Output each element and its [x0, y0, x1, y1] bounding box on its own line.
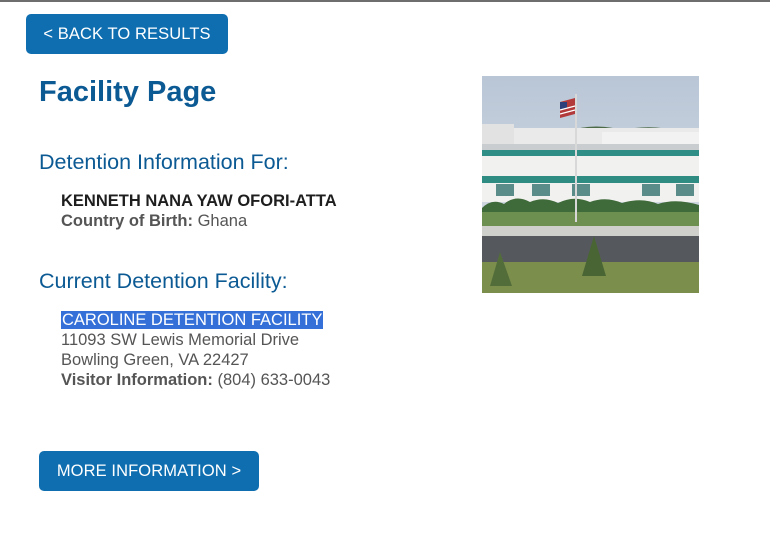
top-border — [0, 0, 770, 2]
facility-address-line2: Bowling Green, VA 22427 — [61, 351, 249, 369]
visitor-information-label: Visitor Information: — [61, 371, 213, 389]
more-information-button[interactable]: MORE INFORMATION > — [39, 451, 259, 491]
facility-photo — [482, 76, 699, 293]
facility-name: CAROLINE DETENTION FACILITY — [61, 310, 324, 330]
country-of-birth-value: Ghana — [197, 212, 248, 230]
country-of-birth-label: Country of Birth: — [61, 212, 193, 230]
visitor-phone: (804) 633-0043 — [217, 371, 331, 389]
detention-info-heading: Detention Information For: — [39, 150, 289, 174]
visitor-information: Visitor Information: (804) 633-0043 — [61, 370, 330, 390]
facility-address-line1: 11093 SW Lewis Memorial Drive — [61, 331, 300, 349]
facility-name-selected-text: CAROLINE DETENTION FACILITY — [61, 311, 324, 329]
country-of-birth: Country of Birth: Ghana — [61, 211, 247, 231]
detainee-name: KENNETH NANA YAW OFORI-ATTA — [61, 192, 337, 210]
current-facility-heading: Current Detention Facility: — [39, 269, 288, 293]
back-to-results-button[interactable]: < BACK TO RESULTS — [26, 14, 228, 54]
page-title: Facility Page — [39, 76, 217, 108]
